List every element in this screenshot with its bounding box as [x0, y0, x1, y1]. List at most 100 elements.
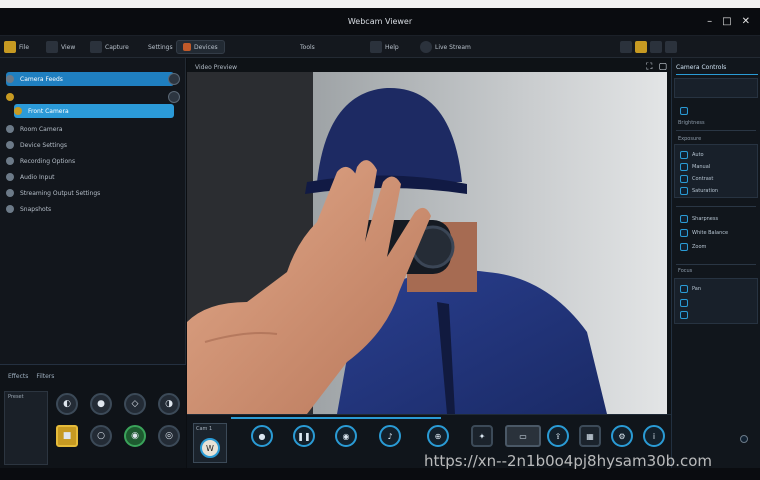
close-icon[interactable]: ✕	[742, 16, 750, 27]
control-item-toggle[interactable]	[680, 106, 688, 116]
sidebar-item-device-settings[interactable]: Device Settings	[6, 138, 174, 152]
camera-icon	[90, 41, 102, 53]
camera-thumbnail[interactable]: Cam 1 W	[193, 423, 227, 463]
toolbar-item-view[interactable]: View	[46, 40, 75, 54]
lock-icon	[740, 435, 748, 443]
sidebar-item-camera-feeds[interactable]: Camera Feeds	[6, 72, 174, 86]
broadcast-icon	[6, 189, 14, 197]
title-bar: Webcam Viewer – □ ✕	[0, 8, 760, 36]
settings-icon[interactable]	[620, 41, 632, 53]
control-item-zoom[interactable]: Zoom	[680, 242, 706, 252]
window-controls: – □ ✕	[707, 16, 750, 27]
divider	[676, 264, 756, 265]
toolbar-item-help[interactable]: Help	[370, 40, 399, 54]
checkbox-icon	[680, 187, 688, 195]
snapshot-button[interactable]: ◉	[335, 425, 357, 447]
focus-label: Focus	[678, 268, 693, 274]
image-icon	[6, 205, 14, 213]
control-item-extra-2[interactable]	[680, 310, 688, 320]
divider	[676, 130, 756, 131]
viewer-panel: Video Preview ⛶ ▢ Cam 1 W ● ❚❚ ◉ ♪ ⊕ ✦ ▭…	[187, 58, 671, 468]
sidebar-item-room-camera[interactable]: Room Camera	[6, 122, 174, 136]
minimize-icon[interactable]: –	[707, 16, 712, 27]
expand-icon[interactable]: ▢	[658, 62, 667, 72]
effect-blur-button[interactable]: ◐	[56, 393, 78, 415]
lock-control[interactable]	[740, 434, 748, 444]
video-frame-image	[187, 72, 667, 414]
checkbox-icon	[680, 243, 688, 251]
control-item-white-balance[interactable]: White Balance	[680, 228, 728, 238]
user-icon[interactable]	[650, 41, 662, 53]
gear-icon: ⚙	[611, 425, 633, 447]
folder-icon	[6, 75, 14, 83]
effect-frame-button[interactable]: ○	[90, 425, 112, 447]
control-item-manual[interactable]: Manual	[680, 162, 710, 172]
checkbox-icon	[680, 299, 688, 307]
camera-icon: ◉	[335, 425, 357, 447]
info-icon: i	[643, 425, 665, 447]
record-icon	[183, 43, 191, 51]
toolbar-item-tools[interactable]: Tools	[300, 40, 315, 54]
sidebar-item-snapshots[interactable]: Snapshots	[6, 202, 174, 216]
effect-contrast-button[interactable]: ◑	[158, 393, 180, 415]
effect-green-button[interactable]: ◉	[124, 425, 146, 447]
control-item-contrast[interactable]: Contrast	[680, 174, 713, 184]
sidebar-item-streaming[interactable]: Streaming Output Settings	[6, 186, 174, 200]
layout-button[interactable]: ▭	[505, 425, 541, 447]
control-item-auto[interactable]: Auto	[680, 150, 704, 160]
sidebar-toggle-icon[interactable]	[168, 73, 180, 85]
stream-icon	[420, 41, 432, 53]
toolbar-item-capture[interactable]: Capture	[90, 40, 129, 54]
control-item-saturation[interactable]: Saturation	[680, 186, 718, 196]
preset-thumbnail[interactable]: Preset	[4, 391, 48, 465]
effect-sharpen-button[interactable]: ◇	[124, 393, 146, 415]
viewer-icons: ⛶ ▢	[646, 62, 667, 72]
window-title: Webcam Viewer	[347, 17, 413, 26]
camera-controls-header: Camera Controls	[676, 64, 758, 75]
sidebar-item-audio[interactable]: Audio Input	[6, 170, 174, 184]
microphone-icon: ♪	[379, 425, 401, 447]
view-icon	[46, 41, 58, 53]
watermark-text: https://xn--2n1b0o4pj8hysam30b.com	[424, 452, 713, 470]
settings-button[interactable]: ⚙	[611, 425, 633, 447]
grid-icon: ▦	[579, 425, 601, 447]
sidebar-item-front-camera[interactable]: Front Camera	[14, 104, 174, 118]
checkbox-icon	[680, 311, 688, 319]
help-icon	[370, 41, 382, 53]
checkbox-icon	[680, 163, 688, 171]
zoom-button[interactable]: ⊕	[427, 425, 449, 447]
effect-more-button[interactable]: ◎	[158, 425, 180, 447]
effects-icon: ✦	[471, 425, 493, 447]
toolbar-item-devices[interactable]: Devices	[176, 40, 225, 54]
sidebar-user-icon[interactable]	[168, 91, 180, 103]
zoom-icon: ⊕	[427, 425, 449, 447]
maximize-icon[interactable]: □	[722, 16, 731, 27]
control-item-sharpness[interactable]: Sharpness	[680, 214, 718, 224]
record-button[interactable]: ●	[251, 425, 273, 447]
mic-button[interactable]: ♪	[379, 425, 401, 447]
microphone-icon	[6, 173, 14, 181]
live-stream-label[interactable]: Live Stream	[420, 40, 471, 54]
checkbox-icon	[680, 229, 688, 237]
info-button[interactable]: i	[643, 425, 665, 447]
toolbar-item-settings[interactable]: Settings	[148, 40, 173, 54]
sidebar-item-recording[interactable]: Recording Options	[6, 154, 174, 168]
effect-warm-button[interactable]: ■	[56, 425, 78, 447]
toolbar: File View Capture Settings Devices Tools…	[0, 36, 760, 58]
folder-icon[interactable]	[635, 41, 647, 53]
camera-icon	[14, 107, 22, 115]
checkbox-icon	[680, 175, 688, 183]
app-icon	[4, 41, 16, 53]
control-item-pan[interactable]: Pan	[680, 284, 701, 294]
effect-mono-button[interactable]: ●	[90, 393, 112, 415]
control-item-extra-1[interactable]	[680, 298, 688, 308]
effects-button[interactable]: ✦	[471, 425, 493, 447]
effects-buttons: ◐ ● ◇ ◑ ■ ○ ◉ ◎	[56, 393, 190, 447]
menu-icon[interactable]	[665, 41, 677, 53]
fullscreen-icon[interactable]: ⛶	[646, 62, 652, 72]
toolbar-item-file[interactable]: File	[4, 40, 29, 54]
pause-button[interactable]: ❚❚	[293, 425, 315, 447]
share-button[interactable]: ⇪	[547, 425, 569, 447]
grid-button[interactable]: ▦	[579, 425, 601, 447]
toggle-icon	[680, 107, 688, 115]
